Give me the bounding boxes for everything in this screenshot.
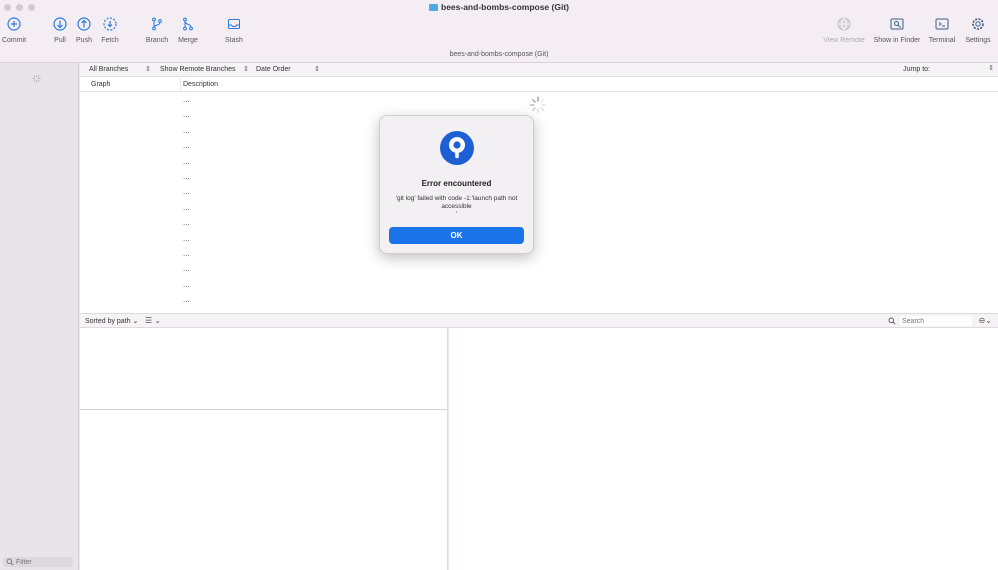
sidebar xyxy=(0,63,79,570)
repo-subtitle: bees-and-bombs-compose (Git) xyxy=(449,51,549,58)
description-column-header[interactable]: Description xyxy=(183,81,218,88)
terminal-icon xyxy=(934,16,950,32)
updown-chevron-icon: ⇕ xyxy=(314,66,320,73)
globe-icon xyxy=(836,16,852,32)
branches-dropdown-label: All Branches xyxy=(89,66,129,73)
pane-splitter[interactable] xyxy=(80,409,448,410)
search-icon xyxy=(6,558,14,566)
remote-branches-dropdown[interactable]: Show Remote Branches ⇕ xyxy=(160,66,250,73)
stash-label: Stash xyxy=(225,37,243,44)
view-options-dropdown[interactable]: ☰ ⌄ xyxy=(145,316,161,325)
list-icon: ☰ xyxy=(145,316,153,325)
column-divider[interactable] xyxy=(180,78,181,92)
merge-button[interactable]: Merge xyxy=(166,16,210,44)
view-remote-label: View Remote xyxy=(823,37,865,44)
order-dropdown-label: Date Order xyxy=(256,66,291,73)
sidebar-filter-input[interactable] xyxy=(16,557,71,567)
history-pane: All Branches ⇕ Show Remote Branches ⇕ Da… xyxy=(80,63,998,313)
table-row[interactable]: ... xyxy=(183,280,190,296)
sidebar-filter xyxy=(3,557,73,567)
table-row[interactable]: ... xyxy=(183,111,190,126)
folder-icon xyxy=(429,4,438,11)
sourcetree-logo-icon xyxy=(440,131,474,165)
commit-list: ... ... ... ... ... ... ... ... ... ... … xyxy=(183,95,190,311)
sort-dropdown-label: Sorted by path xyxy=(85,318,131,325)
table-row[interactable]: ... xyxy=(183,142,190,157)
jump-to-label: Jump to: xyxy=(903,66,930,73)
file-search-input[interactable] xyxy=(900,316,972,326)
updown-chevron-icon: ⇕ xyxy=(145,66,151,73)
error-dialog: Error encountered 'git log' failed with … xyxy=(379,115,534,254)
merge-icon xyxy=(180,16,196,32)
search-icon xyxy=(888,317,896,325)
sort-dropdown[interactable]: Sorted by path ⌄ xyxy=(85,317,138,325)
table-row[interactable]: ... xyxy=(183,249,190,265)
merge-label: Merge xyxy=(178,37,198,44)
table-row[interactable]: ... xyxy=(183,219,190,234)
file-search xyxy=(888,316,972,326)
branches-dropdown[interactable]: All Branches ⇕ xyxy=(89,66,151,73)
commit-button[interactable]: Commit xyxy=(0,16,36,44)
window-title-text: bees-and-bombs-compose (Git) xyxy=(441,2,569,12)
file-list-pane xyxy=(80,328,448,570)
branch-icon xyxy=(149,16,165,32)
table-row[interactable]: ... xyxy=(183,95,190,111)
toolbar: bees-and-bombs-compose (Git) Commit Pull… xyxy=(0,0,998,63)
dialog-message-text: 'git log' failed with code -1:'launch pa… xyxy=(395,195,518,210)
ok-button[interactable]: OK xyxy=(389,227,524,244)
loading-spinner-icon xyxy=(529,96,547,114)
dialog-message: 'git log' failed with code -1:'launch pa… xyxy=(390,195,523,219)
table-row[interactable]: ... xyxy=(183,126,190,142)
more-options-button[interactable]: ⊖⌄ xyxy=(979,316,992,325)
table-row[interactable]: ... xyxy=(183,265,190,280)
remote-branches-dropdown-label: Show Remote Branches xyxy=(160,66,236,73)
table-row[interactable]: ... xyxy=(183,203,190,219)
order-dropdown[interactable]: Date Order ⇕ xyxy=(256,66,320,73)
dialog-title: Error encountered xyxy=(421,179,492,188)
gear-icon xyxy=(970,16,986,32)
dialog-message-tail: ' xyxy=(455,211,458,218)
plus-circle-icon xyxy=(6,16,22,32)
chevron-down-icon: ⌄ xyxy=(154,316,162,325)
show-in-finder-label: Show in Finder xyxy=(873,37,921,44)
file-status-bar: Sorted by path ⌄ ☰ ⌄ ⊖⌄ xyxy=(80,313,998,328)
stash-icon xyxy=(226,16,242,32)
history-filter-bar: All Branches ⇕ Show Remote Branches ⇕ Da… xyxy=(80,63,998,77)
loading-spinner-icon xyxy=(32,74,41,83)
fetch-icon xyxy=(102,16,118,32)
window-title: bees-and-bombs-compose (Git) xyxy=(0,2,998,12)
show-in-finder-button[interactable]: Show in Finder xyxy=(871,16,923,44)
settings-button[interactable]: Settings xyxy=(956,16,998,44)
settings-label: Settings xyxy=(965,37,991,44)
finder-icon xyxy=(889,16,905,32)
table-row[interactable]: ... xyxy=(183,188,190,203)
table-row[interactable]: ... xyxy=(183,157,190,173)
history-column-header: Graph Description xyxy=(80,78,998,92)
view-remote-button[interactable]: View Remote xyxy=(822,16,866,44)
branch-label: Branch xyxy=(145,37,169,44)
table-row[interactable]: ... xyxy=(183,172,190,188)
updown-chevron-icon: ⇕ xyxy=(243,66,249,73)
chevron-down-icon: ⌄ xyxy=(132,318,139,325)
terminal-label: Terminal xyxy=(928,37,956,44)
stash-button[interactable]: Stash xyxy=(212,16,256,44)
table-row[interactable]: ... xyxy=(183,295,190,311)
commit-label: Commit xyxy=(1,37,27,44)
diff-pane xyxy=(449,328,998,570)
jump-to-dropdown[interactable]: ⇕ xyxy=(988,64,994,72)
fetch-button[interactable]: Fetch xyxy=(88,16,132,44)
table-row[interactable]: ... xyxy=(183,234,190,250)
chevron-down-icon: ⌄ xyxy=(985,316,992,325)
fetch-label: Fetch xyxy=(101,37,119,44)
graph-column-header[interactable]: Graph xyxy=(91,81,110,88)
